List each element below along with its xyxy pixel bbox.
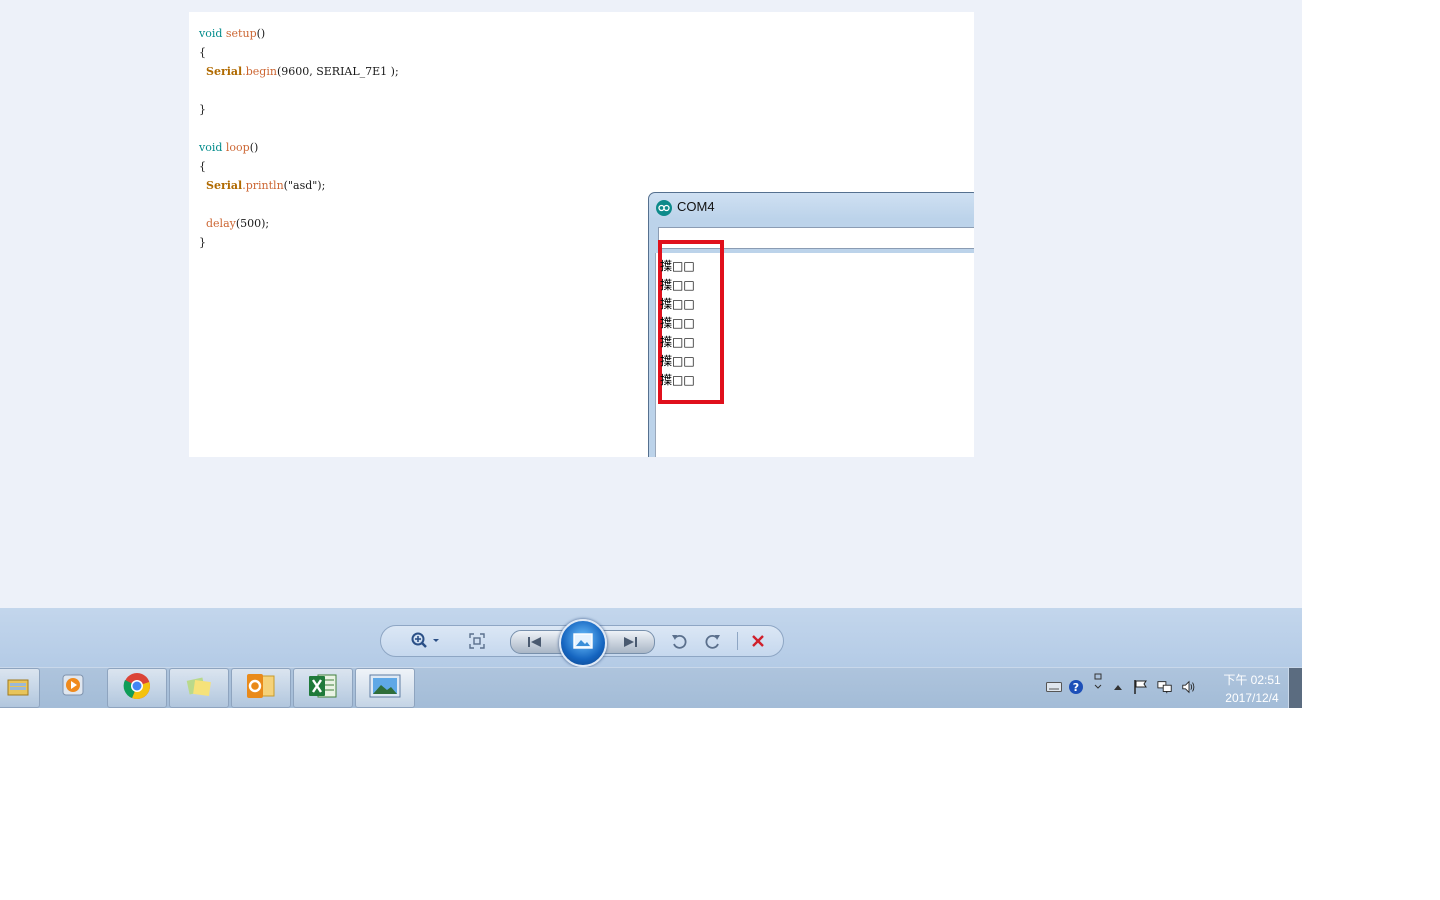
serial-output-line: 擛□□: [660, 259, 695, 273]
serial-monitor-frame: COM4 擛□□ 擛□□ 擛□□ 擛□□ 擛□□ 擛□□ 擛□□: [648, 192, 974, 457]
serial-output-line: 擛□□: [660, 316, 695, 330]
photo-viewer-icon: [369, 673, 401, 703]
next-icon[interactable]: [620, 634, 640, 650]
toolbar-pill: [380, 619, 784, 667]
code-line: }: [199, 100, 399, 119]
delete-icon[interactable]: [748, 631, 768, 651]
excel-icon: [308, 672, 338, 704]
code-line: }: [199, 233, 399, 252]
taskbar: ? 下午 02:51 2017/12/4: [0, 667, 1302, 708]
code-function: setup: [225, 27, 257, 40]
code-function: .begin: [242, 65, 277, 78]
taskbar-outlook[interactable]: [231, 668, 291, 708]
viewer-toolbar: [0, 608, 1302, 667]
show-desktop-button[interactable]: [1288, 668, 1302, 708]
chrome-icon: [123, 672, 151, 704]
arduino-icon: [656, 200, 672, 216]
serial-monitor-window: COM4 擛□□ 擛□□ 擛□□ 擛□□ 擛□□ 擛□□ 擛□□: [648, 192, 974, 457]
network-icon[interactable]: [1157, 678, 1173, 696]
help-icon[interactable]: ?: [1068, 678, 1084, 696]
code-text: }: [199, 236, 206, 249]
file-explorer-icon: [7, 674, 31, 702]
serial-output-line: 擛□□: [660, 373, 695, 387]
photo-viewer-canvas: void setup(){ Serial.begin(9600, SERIAL_…: [0, 0, 1302, 608]
screenshot-image: void setup(){ Serial.begin(9600, SERIAL_…: [189, 12, 974, 457]
system-tray: ? 下午 02:51 2017/12/4: [1044, 668, 1289, 708]
clock-time: 下午 02:51: [1223, 673, 1281, 687]
sticky-notes-icon: [185, 673, 213, 703]
outlook-icon: [246, 672, 276, 704]
actual-size-icon[interactable]: [467, 631, 487, 651]
zoom-icon[interactable]: [407, 631, 443, 651]
code-text: (500);: [235, 217, 270, 230]
serial-output-area: 擛□□ 擛□□ 擛□□ 擛□□ 擛□□ 擛□□ 擛□□: [655, 240, 974, 457]
serial-output-lines: 擛□□ 擛□□ 擛□□ 擛□□ 擛□□ 擛□□ 擛□□: [660, 257, 695, 390]
serial-output-line: 擛□□: [660, 335, 695, 349]
code-keyword: void: [199, 141, 223, 154]
action-center-flag-icon[interactable]: [1133, 678, 1149, 696]
slideshow-button[interactable]: [559, 619, 607, 667]
show-hidden-icons-icon[interactable]: [1110, 678, 1126, 696]
rotate-ccw-icon[interactable]: [669, 631, 689, 651]
keyboard-icon[interactable]: [1046, 678, 1062, 696]
code-text: {: [199, 160, 206, 173]
code-line: Serial.println("asd");: [199, 176, 399, 195]
code-line: void setup(): [199, 24, 399, 43]
serial-monitor-title: COM4: [677, 199, 715, 214]
code-line: void loop(): [199, 138, 399, 157]
serial-output-line: 擛□□: [660, 278, 695, 292]
code-class: Serial: [206, 179, 243, 192]
serial-output-line: 擛□□: [660, 297, 695, 311]
rotate-cw-icon[interactable]: [703, 631, 723, 651]
language-icon[interactable]: [1090, 673, 1106, 691]
clock[interactable]: 下午 02:51 2017/12/4: [1212, 671, 1292, 707]
code-listing: void setup(){ Serial.begin(9600, SERIAL_…: [199, 24, 399, 252]
taskbar-file-explorer[interactable]: [0, 668, 40, 708]
volume-icon[interactable]: [1181, 678, 1197, 696]
toolbar-separator: [737, 632, 738, 650]
code-line: {: [199, 43, 399, 62]
slideshow-icon: [573, 633, 593, 653]
previous-icon[interactable]: [525, 634, 545, 650]
serial-output-line: 擛□□: [660, 354, 695, 368]
code-keyword: void: [199, 27, 223, 40]
code-text: }: [199, 103, 206, 116]
code-text: (): [249, 141, 259, 154]
taskbar-sticky-notes[interactable]: [169, 668, 229, 708]
code-line: {: [199, 157, 399, 176]
code-text: (): [256, 27, 266, 40]
svg-text:?: ?: [1073, 681, 1079, 694]
code-function: loop: [225, 141, 250, 154]
taskbar-chrome[interactable]: [107, 668, 167, 708]
code-line: delay(500);: [199, 214, 399, 233]
code-line: Serial.begin(9600, SERIAL_7E1 );: [199, 62, 399, 81]
code-text: (9600, SERIAL_7E1 );: [276, 65, 399, 78]
code-function: delay: [206, 217, 236, 230]
taskbar-excel[interactable]: [293, 668, 353, 708]
code-text: {: [199, 46, 206, 59]
media-player-icon: [60, 673, 86, 701]
taskbar-media-player[interactable]: [44, 668, 102, 706]
code-function: .println: [242, 179, 284, 192]
taskbar-photo-viewer[interactable]: [355, 668, 415, 708]
clock-date: 2017/12/4: [1225, 691, 1279, 705]
code-class: Serial: [206, 65, 243, 78]
code-text: ("asd");: [283, 179, 326, 192]
